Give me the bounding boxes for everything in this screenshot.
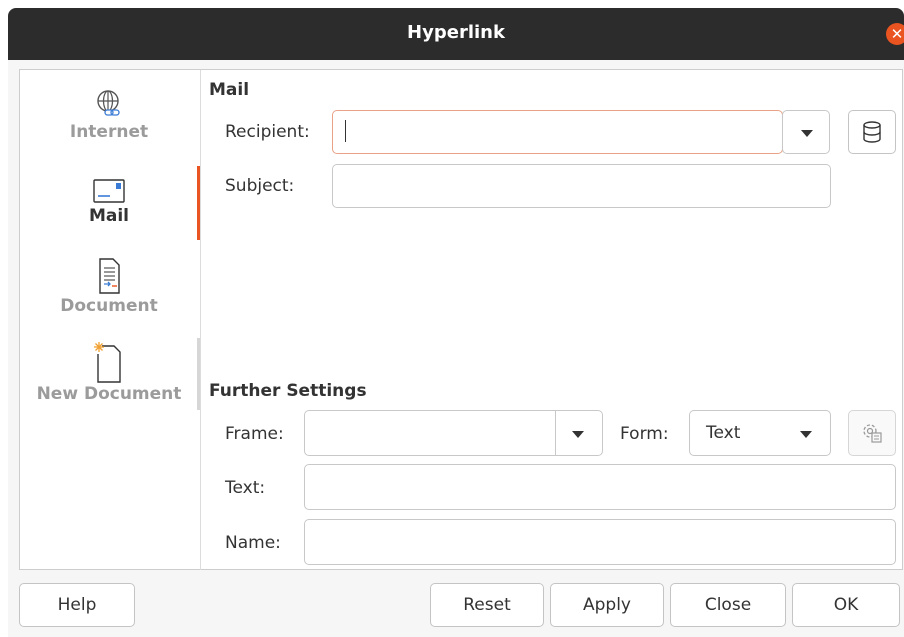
text-input[interactable] bbox=[304, 464, 896, 510]
text-label: Text: bbox=[225, 478, 266, 498]
sidebar-item-label: Mail bbox=[88, 206, 130, 226]
form-select[interactable]: Text bbox=[689, 410, 831, 456]
name-label: Name: bbox=[225, 533, 281, 553]
chevron-down-icon bbox=[800, 431, 812, 438]
help-button[interactable]: Help bbox=[19, 583, 135, 627]
chevron-down-icon bbox=[801, 130, 813, 137]
sidebar-item-label: New Document bbox=[36, 384, 182, 404]
text-caret bbox=[345, 120, 346, 142]
data-sources-button[interactable] bbox=[848, 110, 896, 154]
subject-input[interactable] bbox=[332, 164, 831, 208]
sidebar-item-label: Internet bbox=[69, 122, 149, 142]
apply-button[interactable]: Apply bbox=[550, 583, 664, 627]
recipient-dropdown-button[interactable] bbox=[782, 110, 830, 154]
frame-label: Frame: bbox=[225, 424, 284, 444]
frame-combobox[interactable] bbox=[304, 410, 603, 456]
gear-icon bbox=[863, 424, 882, 443]
sidebar-item-internet[interactable]: Internet bbox=[20, 88, 198, 142]
sidebar-scrollbar[interactable] bbox=[197, 338, 200, 410]
form-selected-value: Text bbox=[706, 423, 741, 443]
sidebar-item-new-document[interactable]: New Document bbox=[20, 340, 198, 404]
mail-section-title: Mail bbox=[209, 80, 250, 100]
further-settings-title: Further Settings bbox=[209, 381, 367, 401]
document-icon bbox=[99, 258, 120, 294]
reset-button[interactable]: Reset bbox=[430, 583, 544, 627]
form-label: Form: bbox=[620, 424, 669, 444]
sidebar-item-mail[interactable]: Mail bbox=[20, 176, 198, 226]
globe-link-icon bbox=[97, 90, 120, 116]
subject-label: Subject: bbox=[225, 176, 295, 196]
envelope-icon bbox=[93, 179, 125, 203]
window-title: Hyperlink bbox=[407, 22, 505, 43]
ok-button[interactable]: OK bbox=[792, 583, 900, 627]
database-icon bbox=[863, 121, 881, 143]
chevron-down-icon bbox=[572, 431, 584, 438]
close-window-button[interactable]: ✕ bbox=[886, 23, 904, 45]
title-bar: Hyperlink ✕ bbox=[8, 8, 904, 60]
active-indicator bbox=[197, 166, 200, 240]
events-button[interactable] bbox=[848, 410, 896, 456]
new-document-icon bbox=[94, 342, 121, 383]
name-input[interactable] bbox=[304, 519, 896, 565]
sidebar-item-label: Document bbox=[60, 296, 158, 316]
recipient-label: Recipient: bbox=[225, 122, 310, 142]
sidebar-item-document[interactable]: Document bbox=[20, 256, 198, 316]
close-button[interactable]: Close bbox=[670, 583, 786, 627]
sidebar-divider bbox=[200, 70, 201, 570]
recipient-input[interactable] bbox=[332, 110, 783, 154]
